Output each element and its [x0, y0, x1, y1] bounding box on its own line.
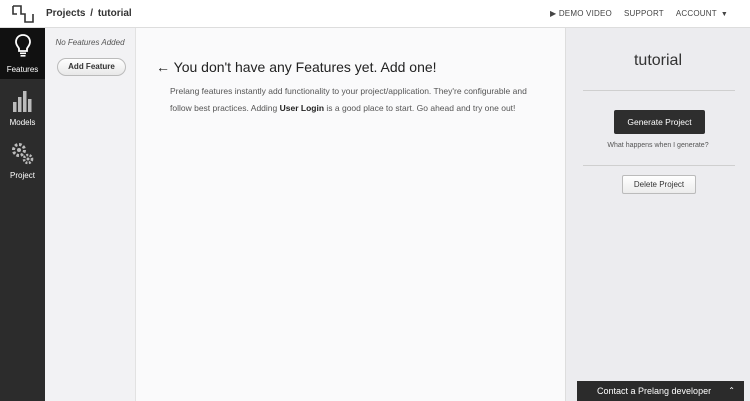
bar-chart-icon [12, 91, 31, 112]
contact-developer-bar[interactable]: Contact a Prelang developer ⌃ [577, 381, 744, 401]
demo-video-link[interactable]: ▶ DEMO VIDEO [550, 9, 612, 18]
features-column: No Features Added Add Feature [45, 28, 136, 401]
project-title: tutorial [633, 52, 683, 69]
account-menu[interactable]: ACCOUNT ▼ [676, 9, 728, 18]
empty-state-heading: ← You don't have any Features yet. Add o… [156, 59, 437, 75]
nav-item-features[interactable]: Features [0, 28, 45, 79]
contact-label: Contact a Prelang developer [597, 386, 712, 396]
prelang-logo[interactable] [12, 5, 34, 23]
project-panel: tutorial Generate Project What happens w… [565, 28, 750, 401]
divider [583, 165, 735, 166]
generate-project-button[interactable]: Generate Project [614, 110, 705, 134]
description-text: is a good place to start. Go ahead and t… [324, 103, 516, 113]
delete-project-button[interactable]: Delete Project [622, 175, 696, 194]
nav-item-label: Features [6, 65, 39, 74]
nav-item-project[interactable]: Project [0, 134, 45, 185]
what-happens-link[interactable]: What happens when I generate? [566, 142, 750, 149]
left-nav: Features Models Project [0, 28, 45, 401]
breadcrumb-separator: / [90, 8, 94, 19]
nav-item-label: Project [10, 171, 35, 180]
top-nav: ▶ DEMO VIDEO SUPPORT ACCOUNT ▼ [550, 9, 728, 18]
user-login-highlight: User Login [279, 103, 325, 113]
support-link[interactable]: SUPPORT [624, 9, 664, 18]
nav-item-label: Models [9, 118, 36, 127]
top-bar: Projects / tutorial ▶ DEMO VIDEO SUPPORT… [0, 0, 750, 28]
breadcrumb-current: tutorial [97, 8, 132, 19]
gears-icon [11, 143, 33, 165]
breadcrumb: Projects / tutorial [46, 8, 132, 19]
main-content: ← You don't have any Features yet. Add o… [136, 28, 565, 401]
no-features-text: No Features Added [55, 38, 125, 47]
breadcrumb-projects-link[interactable]: Projects [46, 8, 85, 19]
nav-item-models[interactable]: Models [0, 81, 45, 132]
lightbulb-icon [14, 34, 31, 57]
empty-state-description: Prelang features instantly add functiona… [170, 83, 545, 117]
account-label: ACCOUNT [675, 9, 717, 18]
chevron-up-icon: ⌃ [728, 386, 735, 395]
divider [583, 90, 735, 91]
chevron-down-icon: ▼ [720, 11, 728, 18]
add-feature-button[interactable]: Add Feature [57, 58, 126, 76]
